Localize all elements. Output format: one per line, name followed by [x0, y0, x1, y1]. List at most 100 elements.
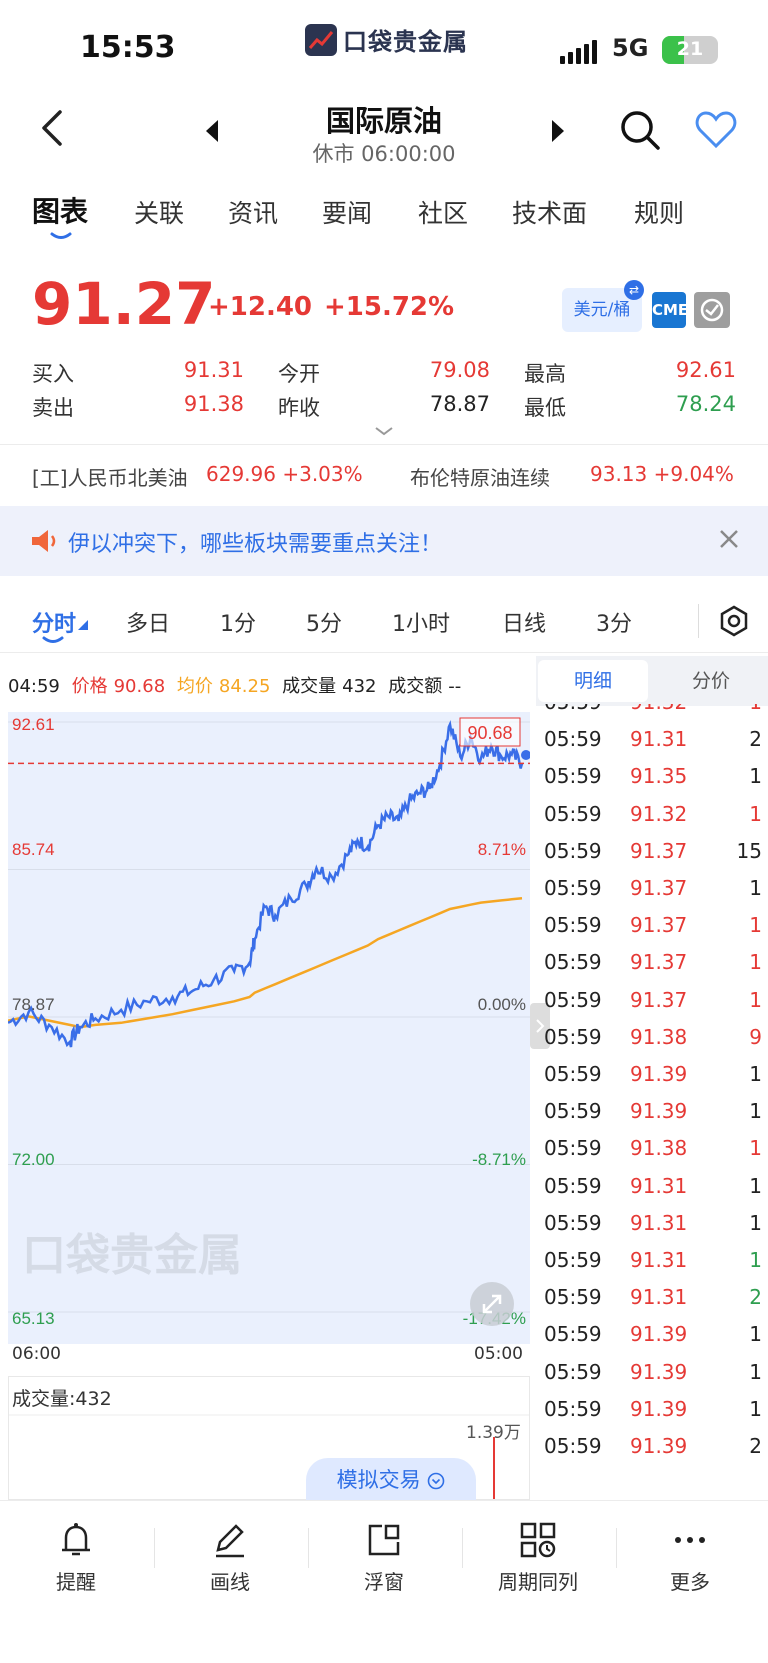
- tab-headlines[interactable]: 要闻: [322, 194, 372, 230]
- intraday-chart[interactable]: 口袋贵金属 90.68 92.61 85.74 78.87 72.00 65.1…: [8, 712, 530, 1344]
- tick-price: 91.31: [630, 1173, 688, 1198]
- simulated-trade-label: 模拟交易: [336, 1468, 421, 1492]
- tab-tick-detail[interactable]: 明细: [538, 660, 648, 702]
- alert-button[interactable]: 提醒: [16, 1520, 136, 1595]
- related-instrument-name[interactable]: [工]人民币北美油: [32, 462, 188, 491]
- tick-volume: 1: [749, 704, 762, 714]
- high-label: 最高: [524, 362, 566, 386]
- buy-value: 91.31: [183, 358, 244, 382]
- tick-row: 05:59 91.39 1: [544, 1062, 766, 1101]
- tick-price: 91.32: [630, 704, 687, 714]
- tick-time: 05:59: [544, 1173, 602, 1198]
- prev-close-value: 78.87: [429, 392, 490, 416]
- cme-badge[interactable]: CME: [652, 292, 688, 328]
- grid-clock-icon: [520, 1522, 556, 1558]
- tab-rules[interactable]: 规则: [634, 194, 684, 230]
- y-axis-pct-label: 8.71%: [478, 840, 526, 859]
- chart-tab-daily[interactable]: 日线: [502, 606, 546, 638]
- period-compare-label: 周期同列: [498, 1570, 578, 1594]
- tab-news[interactable]: 资讯: [228, 194, 278, 230]
- tick-row: 05:59 91.37 1: [544, 913, 766, 952]
- back-button[interactable]: [38, 108, 68, 148]
- signal-icon: [560, 40, 597, 64]
- tick-volume: 2: [749, 1285, 762, 1310]
- last-price: 91.27: [32, 270, 216, 338]
- tick-volume: 1: [749, 1173, 762, 1198]
- prev-instrument-button[interactable]: [202, 118, 222, 144]
- chart-tab-1hour[interactable]: 1小时: [392, 606, 450, 638]
- tick-price: 91.39: [630, 1099, 688, 1124]
- banner-text[interactable]: 伊以冲突下，哪些板块需要重点关注！: [68, 526, 442, 558]
- hexagon-settings-icon[interactable]: [718, 604, 750, 638]
- next-instrument-button[interactable]: [548, 118, 568, 144]
- tick-time: 05:59: [544, 1136, 602, 1161]
- tick-row: 05:59 91.31 1: [544, 1248, 766, 1287]
- exchange-icon[interactable]: [694, 292, 730, 328]
- tick-volume: 1: [749, 987, 762, 1012]
- tick-price: 91.31: [630, 1285, 688, 1310]
- open-value: 79.08: [429, 358, 490, 382]
- tick-time: 05:59: [544, 876, 602, 900]
- tick-volume: 9: [749, 1024, 762, 1049]
- draw-line-label: 画线: [210, 1570, 250, 1594]
- tab-technical[interactable]: 技术面: [512, 194, 587, 230]
- network-type: 5G: [612, 34, 649, 62]
- more-label: 更多: [670, 1570, 710, 1594]
- related-instrument-name[interactable]: 布伦特原油连续: [410, 462, 550, 491]
- float-window-button[interactable]: 浮窗: [324, 1520, 444, 1595]
- tick-time: 05:59: [544, 838, 602, 863]
- related-instrument-value[interactable]: 93.13 +9.04%: [590, 462, 734, 486]
- close-icon[interactable]: [716, 526, 742, 552]
- favorite-heart-icon[interactable]: [694, 108, 738, 152]
- tick-row: 05:59 91.37 1: [544, 876, 766, 915]
- info-avg: 84.25: [218, 676, 271, 697]
- tick-volume: 1: [749, 913, 762, 938]
- chart-tab-1min[interactable]: 1分: [220, 606, 256, 638]
- low-label: 最低: [524, 396, 566, 420]
- expand-chart-button[interactable]: [470, 1282, 514, 1326]
- y-axis-label: 65.13: [12, 1309, 55, 1328]
- related-instrument-value[interactable]: 629.96 +3.03%: [206, 462, 363, 486]
- speaker-icon: [32, 530, 56, 552]
- chevron-down-icon[interactable]: [372, 424, 396, 438]
- volume-label: 成交量:432: [12, 1388, 112, 1410]
- crosshair-info: 04:59 价格 90.68 均价 84.25 成交量 432 成交额 --: [8, 672, 533, 698]
- more-button[interactable]: 更多: [630, 1520, 750, 1595]
- tick-row: 05:59 91.38 1: [544, 1136, 766, 1175]
- tick-detail-list[interactable]: 05:5991.32105:5991.31205:5991.35105:5991…: [538, 704, 768, 1500]
- tick-price: 91.39: [630, 1322, 688, 1347]
- tab-price-distribution[interactable]: 分价: [656, 660, 766, 702]
- tick-time: 05:59: [544, 1024, 602, 1049]
- tick-price: 91.35: [630, 764, 688, 789]
- tick-price: 91.37: [630, 876, 688, 900]
- tick-time: 05:59: [544, 1062, 602, 1086]
- chart-tab-intraday[interactable]: 分时: [32, 606, 76, 638]
- tick-price: 91.39: [630, 1062, 688, 1086]
- y-axis-pct-label: -8.71%: [472, 1150, 526, 1169]
- search-icon[interactable]: [618, 108, 662, 152]
- tick-price: 91.37: [630, 950, 688, 975]
- tab-chart[interactable]: 图表: [32, 190, 88, 230]
- y-axis-label: 72.00: [12, 1150, 55, 1169]
- info-price: 90.68: [113, 676, 166, 697]
- chart-tab-5min[interactable]: 5分: [306, 606, 342, 638]
- info-amt-label: 成交额: [388, 676, 443, 697]
- chart-tab-multiday[interactable]: 多日: [126, 606, 170, 638]
- tick-price: 91.39: [630, 1396, 688, 1421]
- tick-volume: 1: [749, 1248, 762, 1272]
- tick-row: 05:59 91.31 1: [544, 1211, 766, 1250]
- current-price-tag: 90.68: [467, 723, 512, 743]
- tick-volume: 15: [736, 838, 762, 863]
- tab-related[interactable]: 关联: [134, 194, 184, 230]
- x-axis-start: 06:00: [12, 1344, 61, 1364]
- tick-price: 91.38: [630, 1024, 688, 1049]
- period-compare-button[interactable]: 周期同列: [478, 1520, 598, 1595]
- chart-tab-3min[interactable]: 3分: [596, 606, 632, 638]
- tab-community[interactable]: 社区: [418, 194, 468, 230]
- simulated-trade-button[interactable]: 模拟交易: [306, 1458, 476, 1502]
- y-axis-pct-label: 0.00%: [478, 995, 526, 1014]
- alert-label: 提醒: [56, 1570, 96, 1594]
- price-change-pct: +15.72%: [324, 292, 455, 322]
- tick-row: 05:59 91.39 1: [544, 1099, 766, 1138]
- draw-line-button[interactable]: 画线: [170, 1520, 290, 1595]
